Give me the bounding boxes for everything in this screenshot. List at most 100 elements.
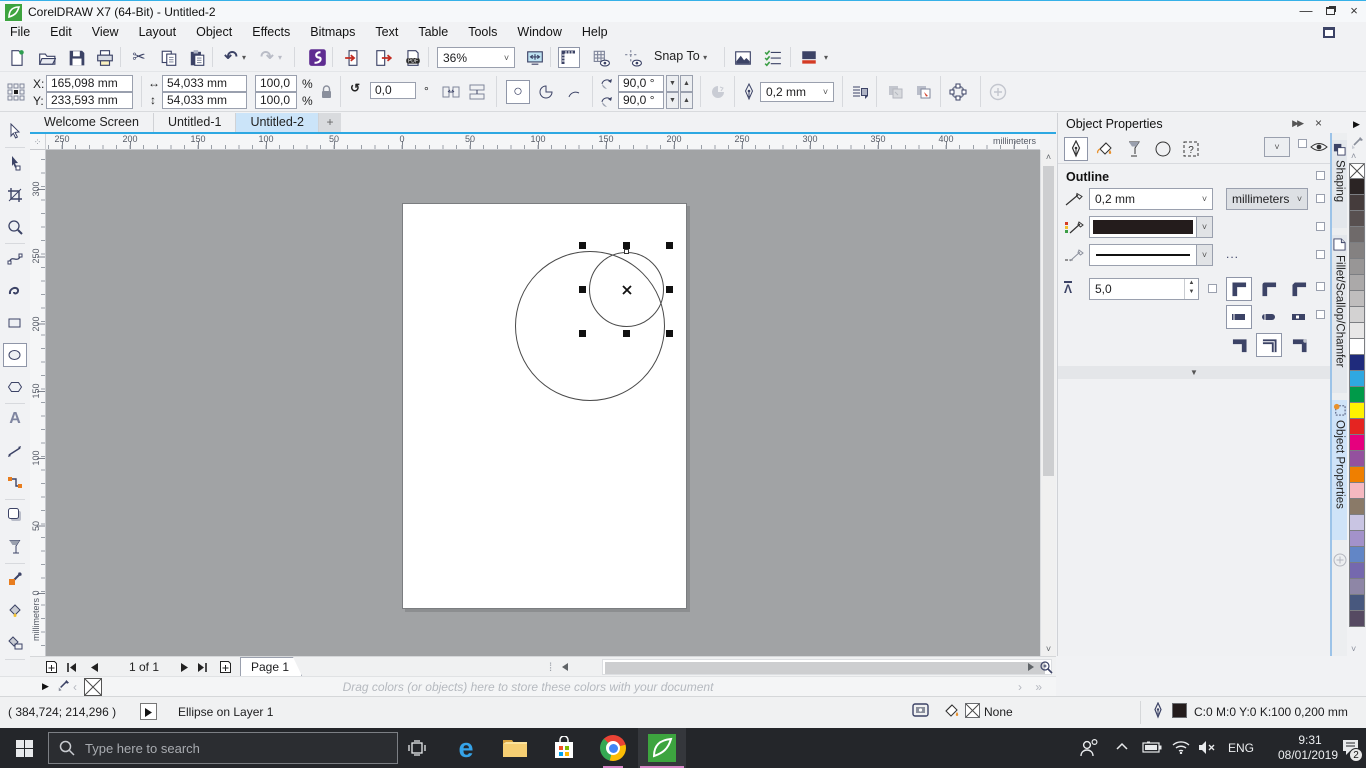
add-page-start-button[interactable] xyxy=(42,658,60,676)
scroll-up-button[interactable]: ˄ xyxy=(1041,152,1056,162)
shape-tool[interactable] xyxy=(3,151,27,175)
palette-scroll-up-button[interactable]: ˄ xyxy=(1351,151,1356,161)
start-angle-down[interactable]: ▼ xyxy=(666,75,679,92)
palette-color-swatch[interactable] xyxy=(1349,467,1365,483)
miter-spinner[interactable]: ▲▼ xyxy=(1184,279,1198,299)
horizontal-ruler[interactable]: millimeters 2502001501005005010015020025… xyxy=(46,134,1040,150)
selection-handle-nw[interactable] xyxy=(579,242,586,249)
paste-button[interactable] xyxy=(186,47,208,68)
horizontal-scroll-thumb[interactable] xyxy=(605,662,1045,674)
add-page-end-button[interactable] xyxy=(216,658,234,676)
palette-color-swatch[interactable] xyxy=(1349,323,1365,339)
document-window-icon[interactable] xyxy=(1322,26,1336,39)
clock-date[interactable]: 08/01/2019 xyxy=(1268,748,1348,762)
ellipse-top-node[interactable] xyxy=(624,249,629,254)
palette-no-color-swatch[interactable] xyxy=(1349,163,1365,179)
print-button[interactable] xyxy=(94,47,116,68)
palette-color-swatch[interactable] xyxy=(1349,227,1365,243)
outline-outside-button[interactable] xyxy=(1226,333,1252,357)
outline-width-checkbox[interactable] xyxy=(1316,194,1325,203)
snap-to-dropdown[interactable]: Snap To ▾ xyxy=(654,49,707,63)
import-button[interactable] xyxy=(342,47,364,68)
menu-object[interactable]: Object xyxy=(186,22,242,43)
menu-table[interactable]: Table xyxy=(408,22,458,43)
menu-file[interactable]: File xyxy=(0,22,40,43)
corner-bevel-button[interactable] xyxy=(1286,277,1312,301)
application-settings-button[interactable] xyxy=(762,47,784,68)
corner-checkbox[interactable] xyxy=(1316,282,1325,291)
dimension-tool[interactable] xyxy=(3,439,27,463)
selection-center-marker[interactable] xyxy=(622,285,632,295)
doc-tab-welcome-screen[interactable]: Welcome Screen xyxy=(30,113,154,132)
docker-pin-checkbox[interactable] xyxy=(1298,139,1307,148)
coords-flyout-button[interactable] xyxy=(140,703,157,720)
object-height-input[interactable]: 54,033 mm xyxy=(162,92,247,109)
doc-tab-untitled-2[interactable]: Untitled-2 xyxy=(236,113,319,132)
selection-handle-se[interactable] xyxy=(666,330,673,337)
menu-edit[interactable]: Edit xyxy=(40,22,82,43)
object-width-input[interactable]: 54,033 mm xyxy=(162,75,247,92)
color-eyedropper-tool[interactable] xyxy=(3,567,27,591)
eye-icon[interactable] xyxy=(1310,140,1328,154)
menu-text[interactable]: Text xyxy=(365,22,408,43)
caps-checkbox[interactable] xyxy=(1316,310,1325,319)
menu-view[interactable]: View xyxy=(82,22,129,43)
coreldraw-taskbar-icon[interactable] xyxy=(638,728,686,768)
document-color-settings-icon[interactable] xyxy=(912,703,929,719)
fill-section-tab[interactable] xyxy=(1096,140,1114,158)
palette-color-swatch[interactable] xyxy=(1349,435,1365,451)
to-front-of-layer-button[interactable] xyxy=(912,80,936,104)
menu-bitmaps[interactable]: Bitmaps xyxy=(300,22,365,43)
previous-page-button[interactable] xyxy=(86,658,102,676)
style-settings-button[interactable]: ... xyxy=(1226,247,1239,261)
change-direction-button[interactable] xyxy=(706,80,730,104)
outline-centered-button[interactable] xyxy=(1256,333,1282,357)
scroll-sections-button[interactable]: ˅ xyxy=(1264,137,1290,157)
publish-pdf-button[interactable]: PDF xyxy=(402,47,424,68)
selection-handle-s[interactable] xyxy=(623,330,630,337)
palette-color-swatch[interactable] xyxy=(1349,339,1365,355)
palette-color-swatch[interactable] xyxy=(1349,195,1365,211)
palette-flyout-button[interactable]: ▶ xyxy=(1353,119,1360,130)
start-angle-input[interactable]: 90,0 ° xyxy=(618,75,664,92)
docker-tab-shaping[interactable]: Shaping xyxy=(1332,140,1347,228)
palette-eyedropper-icon[interactable] xyxy=(1349,137,1363,151)
clock-time[interactable]: 9:31 xyxy=(1275,733,1345,747)
people-tray-icon[interactable] xyxy=(1078,738,1100,758)
lock-ratio-icon[interactable] xyxy=(320,85,333,99)
docker-close-button[interactable]: × xyxy=(1315,116,1322,130)
palette-color-swatch[interactable] xyxy=(1349,179,1365,195)
mirror-horizontal-button[interactable] xyxy=(442,84,460,100)
open-button[interactable] xyxy=(36,47,58,68)
menu-help[interactable]: Help xyxy=(572,22,618,43)
palette-color-swatch[interactable] xyxy=(1349,419,1365,435)
docpal-overflow[interactable]: » xyxy=(1035,680,1042,694)
add-preset-button[interactable] xyxy=(986,80,1010,104)
zoom-tool[interactable] xyxy=(3,215,27,239)
selection-handle-n[interactable] xyxy=(623,242,630,249)
zoom-level-select[interactable]: 36%˅ xyxy=(437,47,515,68)
outline-section-tab[interactable] xyxy=(1064,137,1088,161)
freehand-tool[interactable] xyxy=(3,247,27,271)
outline-color-select[interactable]: ˅ xyxy=(1089,216,1213,238)
launch-button[interactable] xyxy=(798,47,820,68)
close-button[interactable]: × xyxy=(1342,1,1366,22)
outline-style-select[interactable]: ˅ xyxy=(1089,244,1213,266)
vertical-scroll-thumb[interactable] xyxy=(1043,166,1054,476)
last-page-button[interactable] xyxy=(194,658,210,676)
tray-expand-chevron[interactable] xyxy=(1116,742,1128,750)
show-rulers-button[interactable] xyxy=(558,47,580,68)
palette-color-swatch[interactable] xyxy=(1349,403,1365,419)
volume-muted-tray-icon[interactable] xyxy=(1198,741,1216,754)
arc-mode-button[interactable] xyxy=(562,80,586,104)
file-explorer-taskbar-icon[interactable] xyxy=(491,728,539,768)
zoom-corner-icon[interactable] xyxy=(1038,658,1054,676)
palette-scroll-down-button[interactable]: ˅ xyxy=(1351,644,1356,654)
interactive-fill-tool[interactable] xyxy=(3,631,27,655)
cut-button[interactable]: ✂ xyxy=(128,47,150,68)
undo-dropdown[interactable]: ▾ xyxy=(238,47,250,68)
smart-fill-tool[interactable] xyxy=(3,599,27,623)
start-button[interactable] xyxy=(0,728,48,768)
text-tool[interactable]: A xyxy=(3,407,27,431)
corner-miter-button[interactable] xyxy=(1226,277,1252,301)
